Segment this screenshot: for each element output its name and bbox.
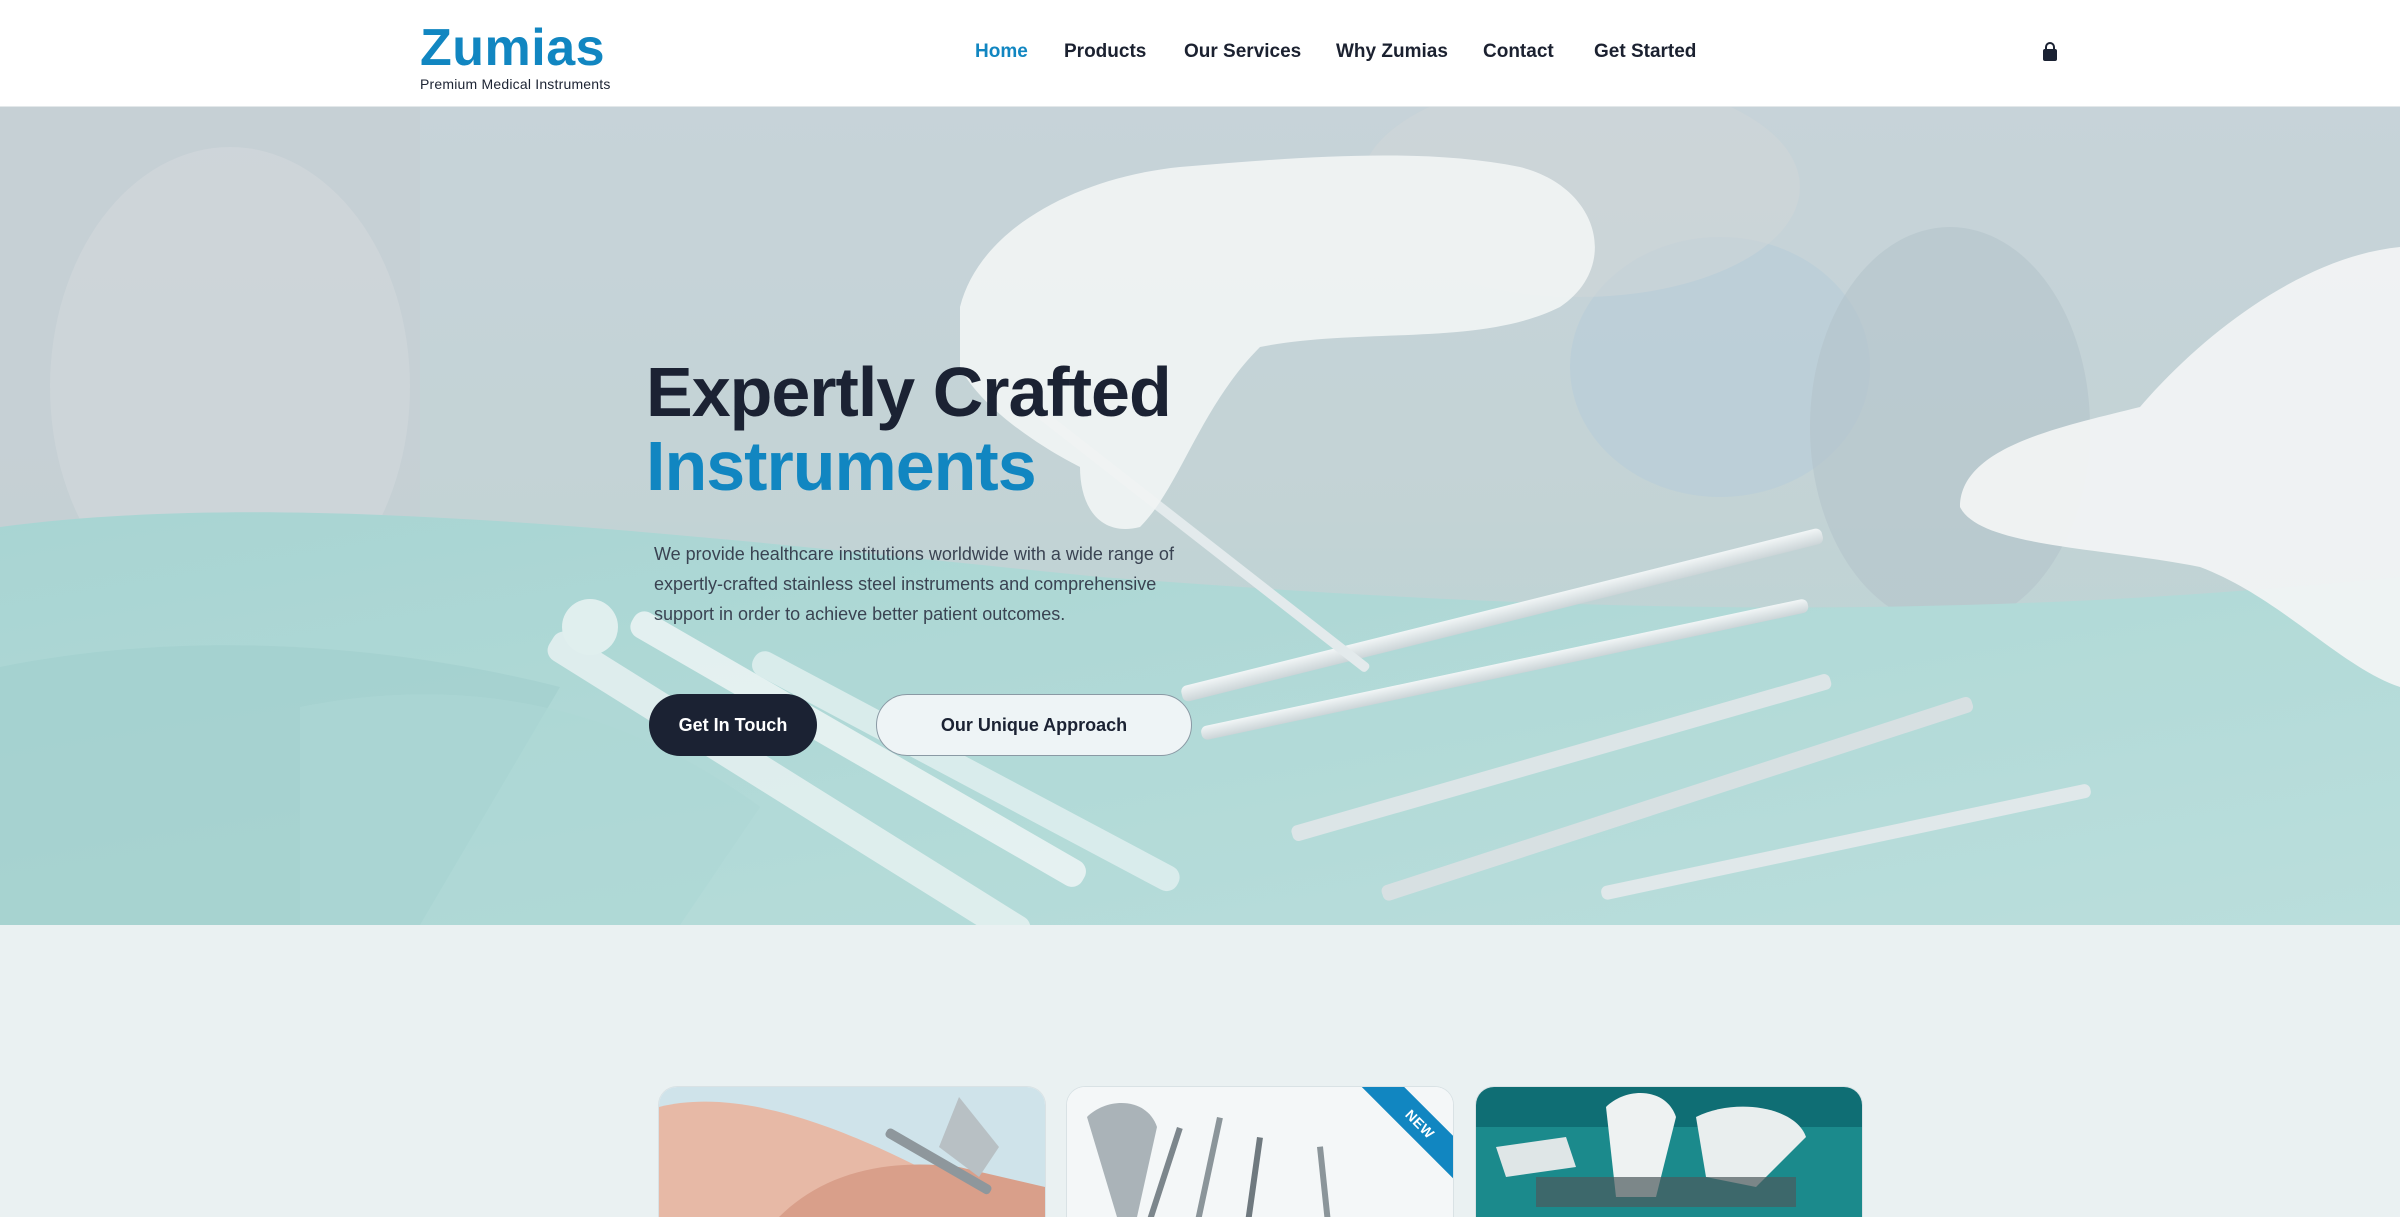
hero-title: Expertly Crafted Instruments	[646, 353, 1172, 505]
brand-tagline: Premium Medical Instruments	[420, 76, 611, 92]
our-unique-approach-button[interactable]: Our Unique Approach	[876, 694, 1192, 756]
shopping-bag-icon[interactable]	[2041, 41, 2059, 63]
nav-products[interactable]: Products	[1064, 38, 1146, 66]
brand-name: Zumias	[420, 19, 606, 77]
surgery-team-photo	[1476, 1087, 1862, 1217]
nail-clipper-photo	[659, 1087, 1045, 1217]
nav-our-services[interactable]: Our Services	[1184, 38, 1301, 66]
nav-get-started[interactable]: Get Started	[1594, 38, 1696, 66]
nav-home[interactable]: Home	[975, 38, 1028, 66]
brand-logo[interactable]: Zumias Premium Medical Instruments	[420, 22, 611, 92]
nav-contact[interactable]: Contact	[1483, 38, 1554, 66]
product-card-3[interactable]	[1476, 1087, 1862, 1217]
nav-why-zumias[interactable]: Why Zumias	[1336, 38, 1448, 66]
get-in-touch-button[interactable]: Get In Touch	[649, 694, 817, 756]
hero-background-image	[0, 107, 2400, 925]
site-header: Zumias Premium Medical Instruments Home …	[0, 0, 2400, 107]
hero-section: Expertly Crafted Instruments We provide …	[0, 107, 2400, 925]
product-card-1[interactable]	[659, 1087, 1045, 1217]
hero-title-line1: Expertly Crafted	[646, 353, 1172, 431]
product-card-2[interactable]: NEW	[1067, 1087, 1453, 1217]
hero-description: We provide healthcare institutions world…	[654, 544, 1174, 624]
hero-title-line2: Instruments	[646, 427, 1037, 505]
